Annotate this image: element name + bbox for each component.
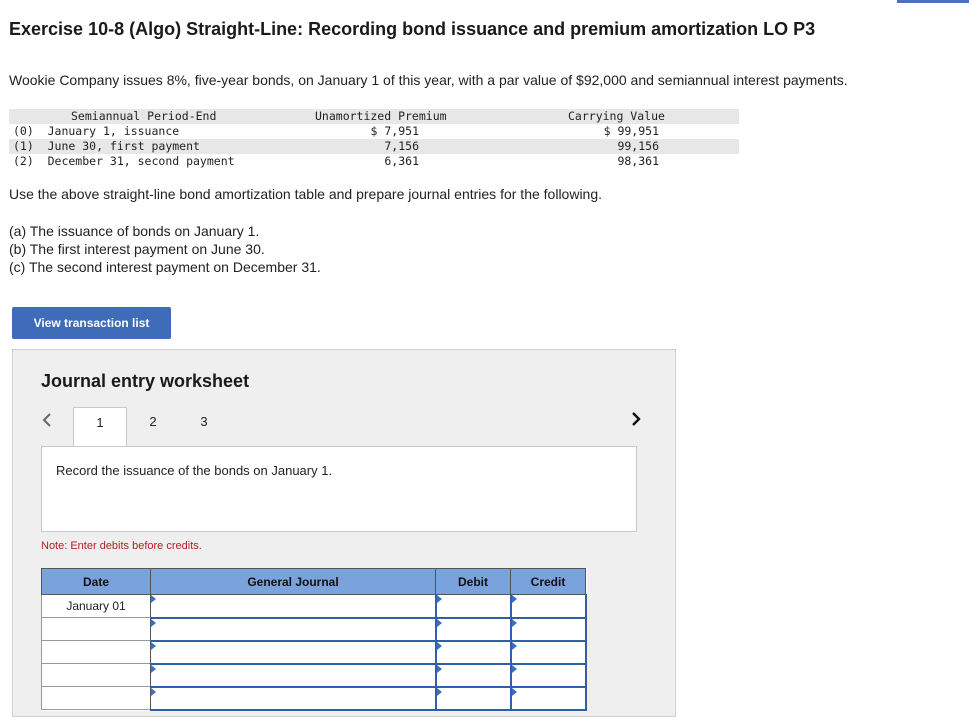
debit-input[interactable]	[435, 686, 512, 711]
credit-input[interactable]	[510, 640, 587, 665]
header-carrying-value: Carrying Value	[568, 109, 665, 123]
date-cell	[41, 617, 151, 641]
table-row	[41, 663, 587, 688]
debit-input[interactable]	[435, 594, 512, 619]
amortization-row: (1) June 30, first payment 7,156 99,156	[9, 139, 739, 154]
tab-1[interactable]: 1	[73, 407, 127, 448]
account-dropdown[interactable]	[150, 640, 437, 665]
amortization-header-row: Semiannual Period-End Unamortized Premiu…	[9, 109, 739, 124]
column-header-debit: Debit	[435, 568, 511, 595]
chevron-left-icon[interactable]	[41, 412, 53, 433]
debit-input[interactable]	[435, 640, 512, 665]
period-label: (1) June 30, first payment	[13, 139, 200, 153]
date-cell	[41, 640, 151, 664]
table-row	[41, 617, 587, 642]
table-row	[41, 640, 587, 665]
table-row: January 01	[41, 594, 587, 619]
period-label: (2) December 31, second payment	[13, 154, 235, 168]
account-dropdown[interactable]	[150, 686, 437, 711]
table-row	[41, 686, 587, 711]
requirement-item: (a) The issuance of bonds on January 1.	[9, 223, 260, 239]
debit-input[interactable]	[435, 663, 512, 688]
header-period: Semiannual Period-End	[71, 109, 217, 123]
premium-value: 7,156	[384, 139, 419, 153]
amortization-row: (0) January 1, issuance $ 7,951 $ 99,951	[9, 124, 739, 139]
requirement-item: (c) The second interest payment on Decem…	[9, 259, 321, 275]
carrying-value: $ 99,951	[603, 124, 659, 138]
credit-input[interactable]	[510, 617, 587, 642]
journal-header-row: Date General Journal Debit Credit	[41, 568, 586, 595]
worksheet-title: Journal entry worksheet	[41, 371, 250, 391]
instructions-text: Use the above straight-line bond amortiz…	[9, 186, 603, 202]
journal-entry-table: Date General Journal Debit Credit Januar…	[41, 568, 587, 711]
column-header-date: Date	[41, 568, 151, 595]
requirement-list: (a) The issuance of bonds on January 1. …	[9, 222, 321, 276]
carrying-value: 99,156	[617, 139, 659, 153]
task-text: Record the issuance of the bonds on Janu…	[56, 463, 333, 478]
tab-3[interactable]: 3	[190, 407, 218, 447]
top-accent-bar	[897, 0, 969, 3]
tab-2[interactable]: 2	[139, 407, 167, 447]
view-transaction-list-button[interactable]: View transaction list	[12, 307, 171, 339]
period-label: (0) January 1, issuance	[13, 124, 180, 138]
account-dropdown[interactable]	[150, 663, 437, 688]
problem-intro: Wookie Company issues 8%, five-year bond…	[9, 72, 848, 88]
amortization-row: (2) December 31, second payment 6,361 98…	[9, 154, 739, 169]
requirement-item: (b) The first interest payment on June 3…	[9, 241, 265, 257]
credit-input[interactable]	[510, 663, 587, 688]
task-description-box: Record the issuance of the bonds on Janu…	[41, 446, 637, 532]
carrying-value: 98,361	[617, 154, 659, 168]
column-header-general-journal: General Journal	[150, 568, 436, 595]
credit-input[interactable]	[510, 686, 587, 711]
date-cell	[41, 686, 151, 710]
column-header-credit: Credit	[510, 568, 586, 595]
premium-value: 6,361	[384, 154, 419, 168]
header-unamortized-premium: Unamortized Premium	[315, 109, 447, 123]
debit-input[interactable]	[435, 617, 512, 642]
journal-entry-worksheet: Journal entry worksheet 1 2 3 Record the…	[12, 349, 676, 717]
date-cell: January 01	[41, 594, 151, 618]
chevron-right-icon[interactable]	[630, 410, 642, 433]
account-dropdown[interactable]	[150, 594, 437, 619]
debits-before-credits-note: Note: Enter debits before credits.	[41, 540, 202, 552]
account-dropdown[interactable]	[150, 617, 437, 642]
date-cell	[41, 663, 151, 687]
credit-input[interactable]	[510, 594, 587, 619]
amortization-table: Semiannual Period-End Unamortized Premiu…	[9, 109, 739, 169]
premium-value: $ 7,951	[370, 124, 419, 138]
page-title: Exercise 10-8 (Algo) Straight-Line: Reco…	[9, 19, 816, 39]
